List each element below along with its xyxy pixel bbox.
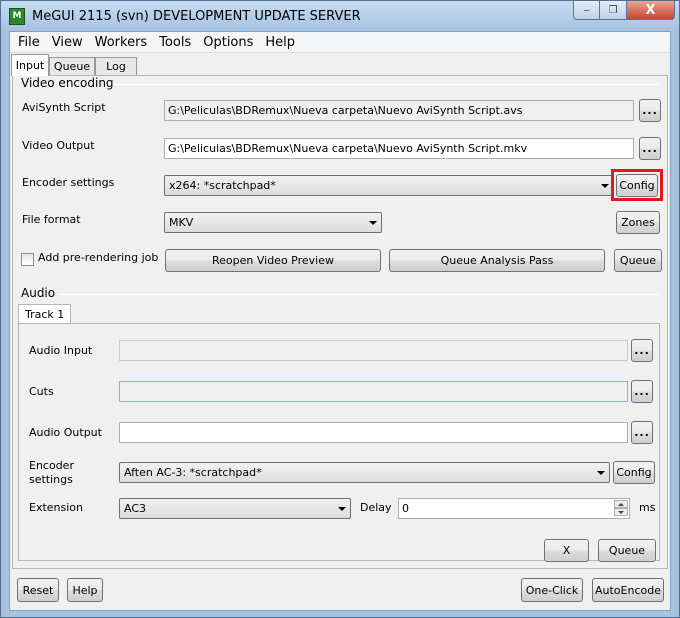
delay-value: 0	[402, 502, 409, 515]
audio-output-field[interactable]	[119, 422, 628, 443]
autoencode-button[interactable]: AutoEncode	[592, 578, 664, 602]
window-controls: ‒ ❐ X	[573, 1, 675, 21]
video-config-button[interactable]: Config	[616, 174, 658, 197]
maximize-button[interactable]: ❐	[600, 1, 627, 20]
prerender-checkbox[interactable]	[21, 253, 34, 266]
avisynth-browse-button[interactable]: ...	[639, 99, 661, 122]
window-title: MeGUI 2115 (svn) DEVELOPMENT UPDATE SERV…	[32, 9, 361, 24]
minimize-icon: ‒	[583, 4, 590, 16]
menu-file[interactable]: File	[13, 35, 45, 50]
tab-queue[interactable]: Queue	[49, 57, 95, 75]
audio-group-divider	[59, 294, 659, 295]
encoder-settings-label: Encoder settings	[22, 176, 115, 189]
chevron-down-icon	[597, 471, 605, 475]
chevron-down-icon	[338, 507, 346, 511]
file-format-value: MKV	[169, 216, 194, 229]
delay-spin-buttons[interactable]	[614, 500, 628, 517]
help-button[interactable]: Help	[67, 578, 103, 602]
audio-output-browse-button[interactable]: ...	[631, 421, 653, 444]
chevron-down-icon	[601, 184, 609, 188]
reopen-preview-button[interactable]: Reopen Video Preview	[165, 249, 381, 272]
menu-workers[interactable]: Workers	[90, 35, 153, 50]
ms-label: ms	[639, 501, 656, 514]
main-window: M MeGUI 2115 (svn) DEVELOPMENT UPDATE SE…	[0, 0, 680, 618]
megui-app-icon[interactable]: M	[9, 8, 25, 25]
audio-output-label: Audio Output	[29, 426, 102, 439]
reset-button[interactable]: Reset	[17, 578, 59, 602]
menu-tools[interactable]: Tools	[154, 35, 196, 50]
chevron-down-icon	[369, 221, 377, 225]
audio-group-label: Audio	[21, 286, 56, 300]
close-icon: X	[645, 2, 656, 18]
avisynth-label: AviSynth Script	[22, 101, 106, 114]
zones-button[interactable]: Zones	[616, 211, 660, 234]
extension-value: AC3	[124, 502, 147, 515]
cuts-field[interactable]	[119, 381, 628, 402]
minimize-button[interactable]: ‒	[573, 1, 600, 20]
menu-help[interactable]: Help	[260, 35, 300, 50]
video-encoder-value: x264: *scratchpad*	[169, 179, 276, 192]
spin-down-icon[interactable]	[614, 508, 628, 516]
delay-spinner[interactable]: 0	[398, 498, 630, 519]
video-group-divider	[113, 84, 659, 85]
video-output-label: Video Output	[22, 139, 95, 152]
avisynth-script-field[interactable]: G:\Peliculas\BDRemux\Nueva carpeta\Nuevo…	[164, 100, 634, 121]
file-format-select[interactable]: MKV	[164, 212, 382, 233]
delay-label: Delay	[360, 501, 392, 514]
video-queue-button[interactable]: Queue	[614, 249, 662, 272]
audio-encoder-label: Encoder settings	[29, 459, 74, 486]
menu-bar: File View Workers Tools Options Help	[10, 32, 670, 53]
video-output-field[interactable]: G:\Peliculas\BDRemux\Nueva carpeta\Nuevo…	[164, 138, 634, 159]
audio-queue-button[interactable]: Queue	[598, 539, 656, 562]
title-bar[interactable]: M MeGUI 2115 (svn) DEVELOPMENT UPDATE SE…	[1, 1, 679, 31]
audio-remove-button[interactable]: X	[544, 539, 589, 562]
prerender-label[interactable]: Add pre-rendering job	[38, 251, 158, 264]
file-format-label: File format	[22, 213, 81, 226]
close-button[interactable]: X	[627, 1, 675, 20]
tab-log[interactable]: Log	[95, 57, 137, 75]
track-1-panel: Audio Input ... Cuts ... Audio Output ..…	[18, 323, 660, 562]
video-group-label: Video encoding	[21, 76, 114, 90]
video-output-browse-button[interactable]: ...	[639, 137, 661, 160]
audio-encoder-value: Aften AC-3: *scratchpad*	[124, 466, 262, 479]
menu-options[interactable]: Options	[198, 35, 258, 50]
audio-input-browse-button[interactable]: ...	[631, 339, 653, 362]
cuts-browse-button[interactable]: ...	[631, 380, 653, 403]
tab-input[interactable]: Input	[11, 54, 49, 76]
client-area: File View Workers Tools Options Help Inp…	[9, 31, 671, 611]
tab-track-1[interactable]: Track 1	[18, 304, 72, 324]
video-encoder-select[interactable]: x264: *scratchpad*	[164, 175, 614, 196]
audio-config-button[interactable]: Config	[613, 461, 655, 484]
audio-input-label: Audio Input	[29, 344, 93, 357]
audio-encoder-select[interactable]: Aften AC-3: *scratchpad*	[119, 462, 610, 483]
cuts-label: Cuts	[29, 385, 54, 398]
queue-analysis-button[interactable]: Queue Analysis Pass	[389, 249, 605, 272]
maximize-icon: ❐	[608, 4, 618, 16]
one-click-button[interactable]: One-Click	[521, 578, 583, 602]
audio-input-field[interactable]	[119, 340, 628, 361]
spin-up-icon[interactable]	[614, 500, 628, 508]
menu-view[interactable]: View	[47, 35, 88, 50]
extension-select[interactable]: AC3	[119, 498, 351, 519]
extension-label: Extension	[29, 501, 84, 514]
